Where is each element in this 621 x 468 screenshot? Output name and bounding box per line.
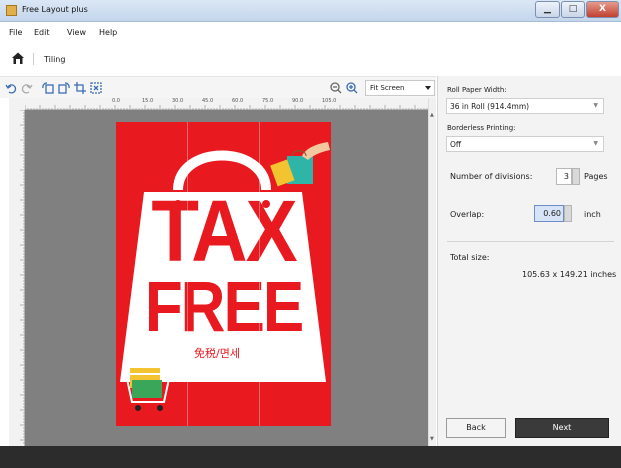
ruler-label-90: 90.0	[292, 98, 304, 104]
borderless-select[interactable]: Off ▼	[446, 136, 604, 152]
zoom-select[interactable]: Fit Screen	[365, 80, 435, 96]
ruler-horizontal: 0.0 15.0 30.0 45.0 60.0 75.0 90.0 105.0	[25, 98, 428, 110]
ruler-vertical	[9, 109, 25, 446]
chevron-down-icon: ▼	[593, 140, 598, 147]
chevron-down-icon	[425, 86, 431, 90]
ruler-corner	[9, 98, 25, 110]
next-button[interactable]: Next	[515, 418, 609, 438]
ruler-ticks	[25, 105, 428, 110]
minimize-button[interactable]: ▁	[535, 1, 560, 18]
status-bar	[0, 446, 621, 468]
borderless-value: Off	[450, 140, 462, 149]
ruler-vertical-ticks	[20, 109, 25, 444]
divisions-input[interactable]: 3	[556, 168, 572, 185]
divisions-label: Number of divisions:	[450, 172, 533, 181]
zoom-in-icon[interactable]	[346, 82, 358, 94]
divisions-unit: Pages	[584, 172, 608, 181]
poster-text-tax: TAX	[151, 181, 297, 281]
poster-text-free: FREE	[144, 267, 304, 348]
ruler-label-105: 105.0	[322, 98, 337, 104]
menu-view[interactable]: View	[67, 28, 86, 37]
undo-icon[interactable]	[5, 82, 17, 94]
redo-icon[interactable]	[21, 82, 33, 94]
menu-edit[interactable]: Edit	[34, 28, 50, 37]
overlap-stepper[interactable]	[564, 205, 572, 222]
roll-width-label: Roll Paper Width:	[447, 86, 507, 94]
vertical-scrollbar[interactable]: ▲ ▼	[428, 98, 436, 446]
rotate-right-icon[interactable]	[58, 82, 70, 94]
overlap-input[interactable]: 0.60	[534, 205, 564, 222]
total-size-value: 105.63 x 149.21 inches	[522, 270, 617, 279]
rotate-left-icon[interactable]	[42, 82, 54, 94]
ruler-label-75: 75.0	[262, 98, 274, 104]
total-size-label: Total size:	[450, 253, 490, 262]
tile-divider-2	[259, 122, 260, 426]
ruler-label-0: 0.0	[112, 98, 120, 104]
menu-file[interactable]: File	[9, 28, 22, 37]
borderless-label: Borderless Printing:	[447, 124, 516, 132]
poster-subtext: 免税/면세	[194, 347, 240, 360]
fit-page-icon[interactable]	[90, 82, 102, 94]
roll-width-select[interactable]: 36 in Roll (914.4mm) ▼	[446, 98, 604, 114]
divisions-stepper[interactable]	[572, 168, 580, 185]
title-bar: Free Layout plus ▁ □ X	[0, 0, 621, 22]
overlap-label: Overlap:	[450, 210, 485, 219]
window-title: Free Layout plus	[22, 5, 88, 14]
settings-panel: Roll Paper Width: 36 in Roll (914.4mm) ▼…	[437, 76, 621, 446]
maximize-button[interactable]: □	[561, 1, 585, 18]
home-icon[interactable]	[11, 51, 25, 65]
ruler-label-45: 45.0	[202, 98, 214, 104]
mode-separator	[33, 53, 34, 65]
menu-bar: File Edit View Help	[0, 23, 621, 43]
roll-width-value: 36 in Roll (914.4mm)	[450, 102, 530, 111]
zoom-select-value: Fit Screen	[370, 84, 405, 92]
scroll-down-icon[interactable]: ▼	[430, 436, 434, 442]
ruler-label-60: 60.0	[232, 98, 244, 104]
ruler-label-15: 15.0	[142, 98, 154, 104]
tile-divider-1	[187, 122, 188, 426]
back-button[interactable]: Back	[446, 418, 506, 438]
app-icon	[6, 5, 17, 16]
edit-toolbar: Fit Screen	[0, 76, 436, 98]
chevron-down-icon: ▼	[593, 102, 598, 109]
close-button[interactable]: X	[586, 1, 619, 18]
menu-help[interactable]: Help	[99, 28, 117, 37]
zoom-out-icon[interactable]	[330, 82, 342, 94]
crop-icon[interactable]	[74, 82, 86, 94]
poster-image: TAX FREE 免税/면세	[116, 122, 331, 426]
overlap-unit: inch	[584, 210, 601, 219]
scroll-up-icon[interactable]: ▲	[430, 112, 434, 118]
mode-bar: Tiling	[0, 45, 621, 73]
panel-divider	[447, 241, 614, 242]
mode-label: Tiling	[44, 55, 66, 64]
ruler-label-30: 30.0	[172, 98, 184, 104]
